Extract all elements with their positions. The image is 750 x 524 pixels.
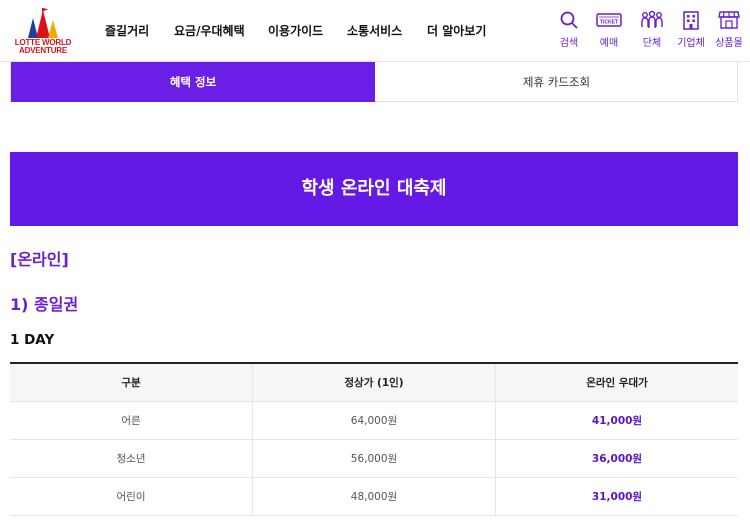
ticket-label: 예매 (599, 38, 619, 49)
header-category: 구분 (121, 377, 141, 389)
group-button[interactable]: 단체 (632, 10, 672, 49)
nav-item-pricing-benefits[interactable]: 요금/우대혜택 (174, 22, 245, 39)
group-icon (641, 10, 663, 28)
tab-benefit-info[interactable]: 혜택 정보 (11, 62, 375, 102)
header-online-price: 온라인 우대가 (495, 364, 738, 402)
table-row: 어른 64,000원 41,000원 (10, 402, 738, 440)
row-category: 어린이 (116, 491, 146, 503)
price-table: 구분 정상가 (1인) 온라인 우대가 어른 64,000원 41,000원 청… (10, 362, 738, 516)
subsection-1day-heading: 1 DAY (10, 332, 55, 348)
shop-button[interactable]: 상품몰 (709, 10, 749, 49)
corporate-label: 기업체 (677, 38, 705, 49)
site-header: LOTTE WORLD ADVENTURE 즐길거리 요금/우대혜택 이용가이드… (0, 0, 750, 62)
corporate-button[interactable]: 기업체 (671, 10, 711, 49)
search-button[interactable]: 검색 (549, 10, 589, 49)
group-label: 단체 (642, 38, 662, 49)
ticket-booking-button[interactable]: TICKET 예매 (589, 10, 629, 49)
table-row: 어린이 48,000원 31,000원 (10, 478, 738, 516)
benefit-tabs: 혜택 정보 제휴 카드조회 (10, 62, 738, 102)
nav-item-guide[interactable]: 이용가이드 (268, 22, 323, 39)
castle-logo-icon (28, 8, 58, 38)
row-regular-price: 56,000원 (252, 440, 495, 478)
section-oneday-pass-heading: 1) 종일권 (10, 295, 79, 314)
lotte-world-logo[interactable]: LOTTE WORLD ADVENTURE (8, 8, 78, 56)
row-category: 어른 (121, 415, 141, 427)
row-online-price: 36,000원 (495, 440, 738, 478)
row-regular-price: 64,000원 (252, 402, 495, 440)
row-regular-price: 48,000원 (252, 478, 495, 516)
ticket-icon-text: TICKET (600, 20, 618, 26)
shop-icon (718, 11, 740, 29)
row-category: 청소년 (116, 453, 146, 465)
ticket-icon: TICKET (596, 13, 622, 27)
building-icon (683, 11, 699, 30)
tab-partner-card-lookup[interactable]: 제휴 카드조회 (375, 62, 738, 102)
logo-text-line2: ADVENTURE (19, 46, 67, 55)
search-icon (560, 11, 578, 29)
row-online-price: 41,000원 (495, 402, 738, 440)
table-header-row: 구분 정상가 (1인) 온라인 우대가 (10, 364, 738, 402)
row-online-price: 31,000원 (495, 478, 738, 516)
section-online-heading: [온라인] (10, 250, 69, 269)
nav-item-communication[interactable]: 소통서비스 (347, 22, 402, 39)
nav-item-more[interactable]: 더 알아보기 (427, 22, 486, 39)
table-row: 청소년 56,000원 36,000원 (10, 440, 738, 478)
event-banner-title: 학생 온라인 대축제 (10, 152, 738, 226)
header-regular-price: 정상가 (1인) (252, 364, 495, 402)
shop-label: 상품몰 (715, 38, 743, 49)
nav-item-attractions[interactable]: 즐길거리 (105, 22, 149, 39)
search-label: 검색 (559, 38, 579, 49)
